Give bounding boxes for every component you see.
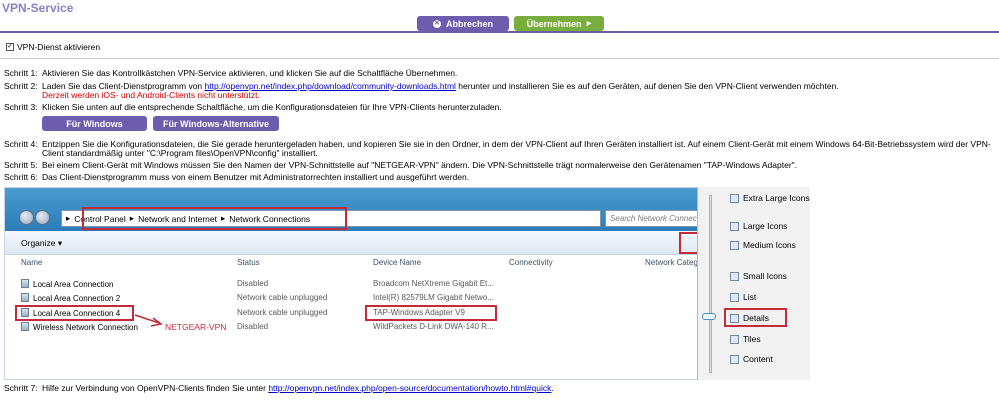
page-title: VPN-Service [2, 1, 74, 15]
view-slider [709, 195, 712, 373]
download-windows-button[interactable]: Für Windows [42, 116, 147, 131]
step-5: Schritt 5: Bei einem Client-Gerät mit Win… [4, 160, 798, 170]
vpn-enable-checkbox[interactable]: ✓ [6, 43, 14, 51]
arrow-right-icon: ▶ [586, 21, 592, 27]
col-device: Device Name [373, 258, 422, 267]
menu-item-small: Small Icons [730, 271, 787, 281]
step-6: Schritt 6: Das Client-Dienstprogramm muss… [4, 172, 470, 182]
step-4-cont: Client standardmäßig unter "C:\Program f… [42, 148, 318, 158]
col-status: Status [237, 258, 260, 267]
folder-icon: ▸ [66, 213, 71, 223]
organize-menu: Organize ▾ [21, 238, 63, 248]
cancel-button[interactable]: ✕ Abbrechen [417, 16, 509, 31]
network-connections-screenshot: ▸ Control Panel ▸ Network and Internet ▸… [4, 187, 810, 380]
netgear-vpn-annotation: NETGEAR-VPN [165, 322, 227, 332]
step-7: Schritt 7: Hilfe zur Verbindung von OpenV… [4, 383, 554, 393]
menu-item-list: List [730, 292, 756, 302]
menu-item-large: Large Icons [730, 221, 787, 231]
apply-button[interactable]: Übernehmen ▶ [514, 16, 604, 31]
view-menu: Extra Large Icons Large Icons Medium Ico… [697, 187, 810, 380]
step-1: Schritt 1: Aktivieren Sie das Kontrollkäs… [4, 68, 458, 78]
search-input: Search Network Connections [605, 210, 705, 227]
divider [0, 58, 999, 59]
step-2-warning: Derzeit werden iOS- und Android-Clients … [42, 90, 260, 100]
details-highlight [724, 308, 787, 327]
menu-item-extra-large: Extra Large Icons [730, 193, 810, 203]
menu-item-medium: Medium Icons [730, 240, 796, 250]
menu-item-tiles: Tiles [730, 334, 761, 344]
col-connectivity: Connectivity [509, 258, 553, 267]
vpn-enable-checkbox-row[interactable]: ✓ VPN-Dienst aktivieren [6, 42, 100, 52]
download-windows-alt-button[interactable]: Für Windows-Alternative [153, 116, 279, 131]
menu-item-content: Content [730, 354, 773, 364]
device-highlight [365, 305, 497, 321]
col-category: Network Category [645, 258, 699, 267]
back-icon [19, 210, 34, 225]
openvpn-howto-link[interactable]: http://openvpn.net/index.php/open-source… [268, 383, 551, 393]
step-3: Schritt 3: Klicken Sie unten auf die ents… [4, 102, 502, 112]
vpn-enable-label: VPN-Dienst aktivieren [17, 42, 101, 52]
slider-thumb [702, 313, 716, 320]
col-name: Name [21, 258, 43, 267]
network-icon [21, 279, 29, 288]
network-icon [21, 293, 29, 302]
wireless-icon [21, 322, 29, 331]
row-highlight [15, 305, 134, 321]
breadcrumb-highlight [82, 207, 347, 230]
forward-icon [35, 210, 50, 225]
annotation-arrow-icon [134, 314, 163, 327]
close-icon: ✕ [432, 19, 441, 28]
